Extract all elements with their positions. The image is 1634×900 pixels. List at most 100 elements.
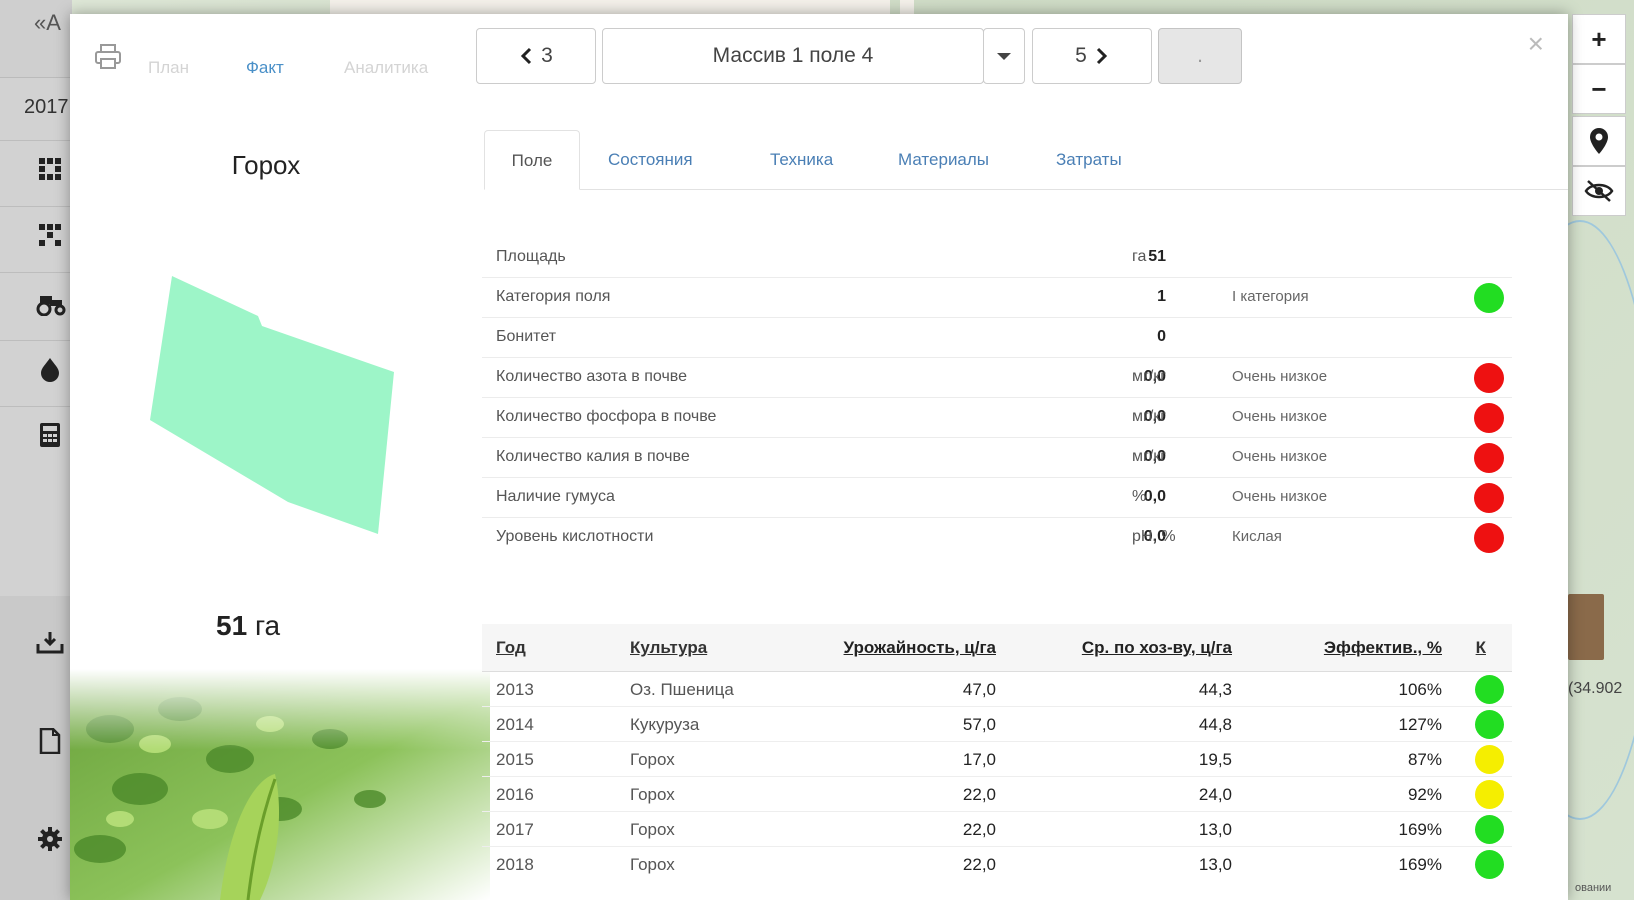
mode-analytics-link[interactable]: Аналитика: [344, 58, 428, 78]
status-indicator-dot: [1474, 523, 1504, 553]
status-indicator-dot: [1474, 283, 1504, 313]
param-name: Наличие гумуса: [496, 488, 615, 505]
divider: [0, 340, 72, 341]
sort-by-crop[interactable]: Культура: [630, 638, 707, 658]
printer-icon: [95, 44, 121, 69]
zoom-out-button[interactable]: −: [1572, 64, 1626, 114]
app-header-strip: «А: [0, 0, 72, 78]
param-description: Очень низкое: [1232, 368, 1328, 385]
gear-icon[interactable]: [36, 826, 64, 854]
sort-by-farm-average[interactable]: Ср. по хоз-ву, ц/га: [1082, 638, 1232, 658]
tab-costs[interactable]: Затраты: [1056, 130, 1122, 190]
table-row: 2013 Оз. Пшеница 47,0 44,3 106%: [482, 672, 1512, 707]
cell-yield: 57,0: [962, 715, 996, 734]
extra-action-label: .: [1197, 44, 1203, 67]
fields-grid-icon[interactable]: [36, 156, 64, 184]
param-value: 51: [1148, 248, 1166, 265]
print-button[interactable]: [94, 44, 122, 70]
hide-layer-button[interactable]: [1572, 166, 1626, 216]
table-row: 2015 Горох 17,0 19,5 87%: [482, 742, 1512, 777]
close-button[interactable]: ×: [1528, 28, 1544, 60]
cell-crop: Оз. Пшеница: [630, 680, 734, 699]
param-row: Количество азота в почве 0,0 мг/кг Очень…: [482, 358, 1512, 398]
sort-by-k[interactable]: К: [1476, 638, 1486, 658]
divider: [0, 406, 72, 407]
cell-yield: 22,0: [962, 855, 996, 874]
mode-fact-link[interactable]: Факт: [246, 58, 284, 78]
param-unit: мг/кг: [1132, 408, 1167, 425]
param-description: Кислая: [1232, 528, 1282, 545]
table-row: 2017 Горох 22,0 13,0 169%: [482, 812, 1512, 847]
param-unit: pH, %: [1132, 528, 1176, 545]
sort-by-year[interactable]: Год: [496, 638, 526, 658]
status-indicator-dot: [1475, 710, 1504, 739]
tab-states[interactable]: Состояния: [608, 130, 693, 190]
map-layer-thumbnail[interactable]: [1568, 594, 1604, 660]
calculator-icon[interactable]: [36, 422, 64, 450]
param-row: Категория поля 1 I категория: [482, 278, 1512, 318]
divider: [0, 206, 72, 207]
cell-yield: 47,0: [962, 680, 996, 699]
chevron-right-icon: [1096, 47, 1107, 65]
status-indicator-dot: [1474, 483, 1504, 513]
year-selector[interactable]: 2017: [24, 96, 69, 119]
cell-year: 2013: [496, 680, 534, 699]
cell-farm-average: 13,0: [1198, 820, 1232, 839]
mode-plan-link[interactable]: План: [148, 58, 189, 78]
app-sidebar-lower: [0, 596, 72, 900]
field-select[interactable]: Массив 1 поле 4: [602, 28, 984, 84]
cell-efficiency: 169%: [1398, 855, 1442, 874]
app-sidebar: «А 2017: [0, 0, 72, 900]
field-select-toggle[interactable]: [983, 28, 1025, 84]
crop-rotation-icon[interactable]: [36, 222, 64, 250]
cell-efficiency: 87%: [1407, 750, 1442, 769]
divider: [0, 272, 72, 273]
map-attribution: овании: [1575, 882, 1612, 894]
status-indicator-dot: [1475, 745, 1504, 774]
status-indicator-dot: [1475, 815, 1504, 844]
cell-efficiency: 106%: [1398, 680, 1442, 699]
prev-field-button[interactable]: 3: [476, 28, 596, 84]
fertilizer-icon[interactable]: [36, 356, 64, 384]
param-row: Наличие гумуса 0,0 % Очень низкое: [482, 478, 1512, 518]
locate-button[interactable]: [1572, 116, 1626, 166]
cell-yield: 22,0: [962, 785, 996, 804]
table-row: 2018 Горох 22,0 13,0 169%: [482, 847, 1512, 882]
tab-field[interactable]: Поле: [484, 130, 580, 190]
param-description: Очень низкое: [1232, 408, 1328, 425]
status-indicator-dot: [1475, 780, 1504, 809]
param-unit: га: [1132, 248, 1147, 265]
next-field-number: 5: [1075, 44, 1087, 67]
tab-materials[interactable]: Материалы: [898, 130, 989, 190]
document-icon[interactable]: [36, 727, 64, 756]
param-unit: %: [1132, 488, 1147, 505]
field-parameters-table: Площадь 51 га Категория поля 1 I категор…: [482, 238, 1512, 558]
tractor-icon[interactable]: [36, 290, 66, 318]
table-header: Год Культура Урожайность, ц/га Ср. по хо…: [482, 624, 1512, 672]
status-indicator-dot: [1474, 443, 1504, 473]
param-value: 1: [1157, 288, 1166, 305]
map-road: [900, 0, 914, 14]
tab-machinery[interactable]: Техника: [770, 130, 833, 190]
param-name: Категория поля: [496, 288, 611, 305]
param-description: I категория: [1232, 288, 1309, 305]
cell-crop: Кукуруза: [630, 715, 700, 734]
field-area-summary: 51 га: [216, 610, 280, 642]
zoom-in-button[interactable]: +: [1572, 14, 1626, 64]
prev-field-number: 3: [541, 44, 553, 67]
crop-photo: [70, 669, 490, 900]
cell-year: 2017: [496, 820, 534, 839]
cell-year: 2015: [496, 750, 534, 769]
sort-by-efficiency[interactable]: Эффектив., %: [1324, 638, 1442, 658]
cell-farm-average: 13,0: [1198, 855, 1232, 874]
sort-by-yield[interactable]: Урожайность, ц/га: [844, 638, 996, 658]
extra-action-button[interactable]: .: [1158, 28, 1242, 84]
cell-farm-average: 24,0: [1198, 785, 1232, 804]
param-row: Количество калия в почве 0,0 мг/кг Очень…: [482, 438, 1512, 478]
status-indicator-dot: [1475, 850, 1504, 879]
next-field-button[interactable]: 5: [1032, 28, 1152, 84]
table-row: 2014 Кукуруза 57,0 44,8 127%: [482, 707, 1512, 742]
status-indicator-dot: [1474, 363, 1504, 393]
download-icon[interactable]: [36, 630, 64, 658]
param-row: Уровень кислотности 0,0 pH, % Кислая: [482, 518, 1512, 558]
